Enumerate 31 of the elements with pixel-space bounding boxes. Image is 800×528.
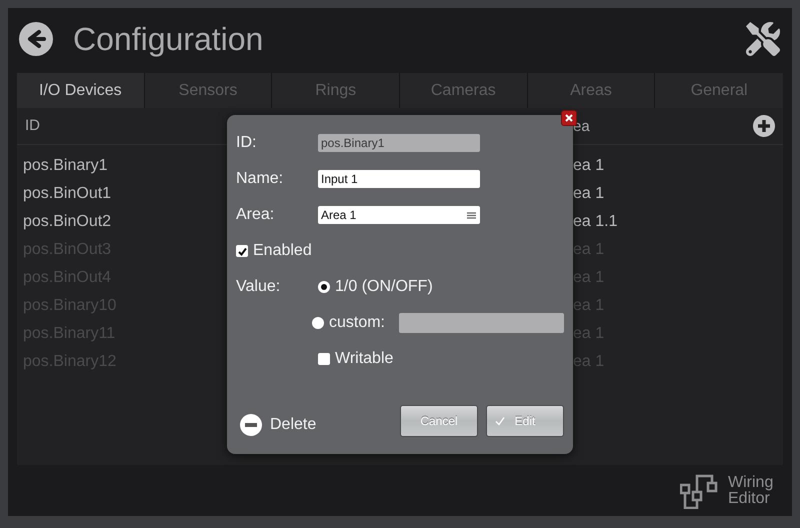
wiring-editor-link[interactable]: Wiring Editor (728, 474, 780, 506)
field-label: Name: (236, 170, 284, 188)
wiring-icon[interactable] (680, 472, 718, 508)
table-cell: ea 1 (573, 185, 604, 203)
delete-button[interactable]: Delete (240, 414, 316, 436)
value-radio[interactable]: 1/0 (ON/OFF) (318, 278, 433, 296)
field-label: ID: (236, 134, 258, 152)
id-field[interactable]: pos.Binary1 (318, 134, 480, 152)
table-cell: pos.Binary1 (23, 157, 108, 174)
checkmark-icon (495, 416, 505, 426)
back-icon[interactable] (19, 22, 53, 56)
area-select[interactable]: Area 1 (318, 206, 480, 224)
table-cell: pos.BinOut1 (23, 185, 112, 202)
name-field[interactable]: Input 1 (318, 170, 480, 188)
column-header: ID (25, 117, 40, 134)
page-title: Configuration (73, 20, 264, 58)
enabled-checkbox[interactable]: Enabled (236, 242, 312, 260)
close-icon (565, 114, 573, 122)
table-cell: ea 1 (573, 157, 604, 175)
table-cell: pos.BinOut2 (23, 213, 112, 230)
writable-checkbox[interactable]: Writable (318, 350, 394, 368)
table-cell: ea 1.1 (573, 213, 618, 231)
value-radio[interactable]: custom: (312, 314, 385, 332)
minus-icon (240, 414, 262, 436)
tools-icon[interactable] (746, 22, 780, 56)
field-label: Value: (236, 278, 282, 296)
field-label: Area: (236, 206, 276, 224)
add-icon[interactable] (753, 115, 775, 137)
tab[interactable]: I/O Devices (17, 73, 145, 108)
checkmark-icon (238, 246, 246, 256)
menu-icon (467, 212, 476, 218)
